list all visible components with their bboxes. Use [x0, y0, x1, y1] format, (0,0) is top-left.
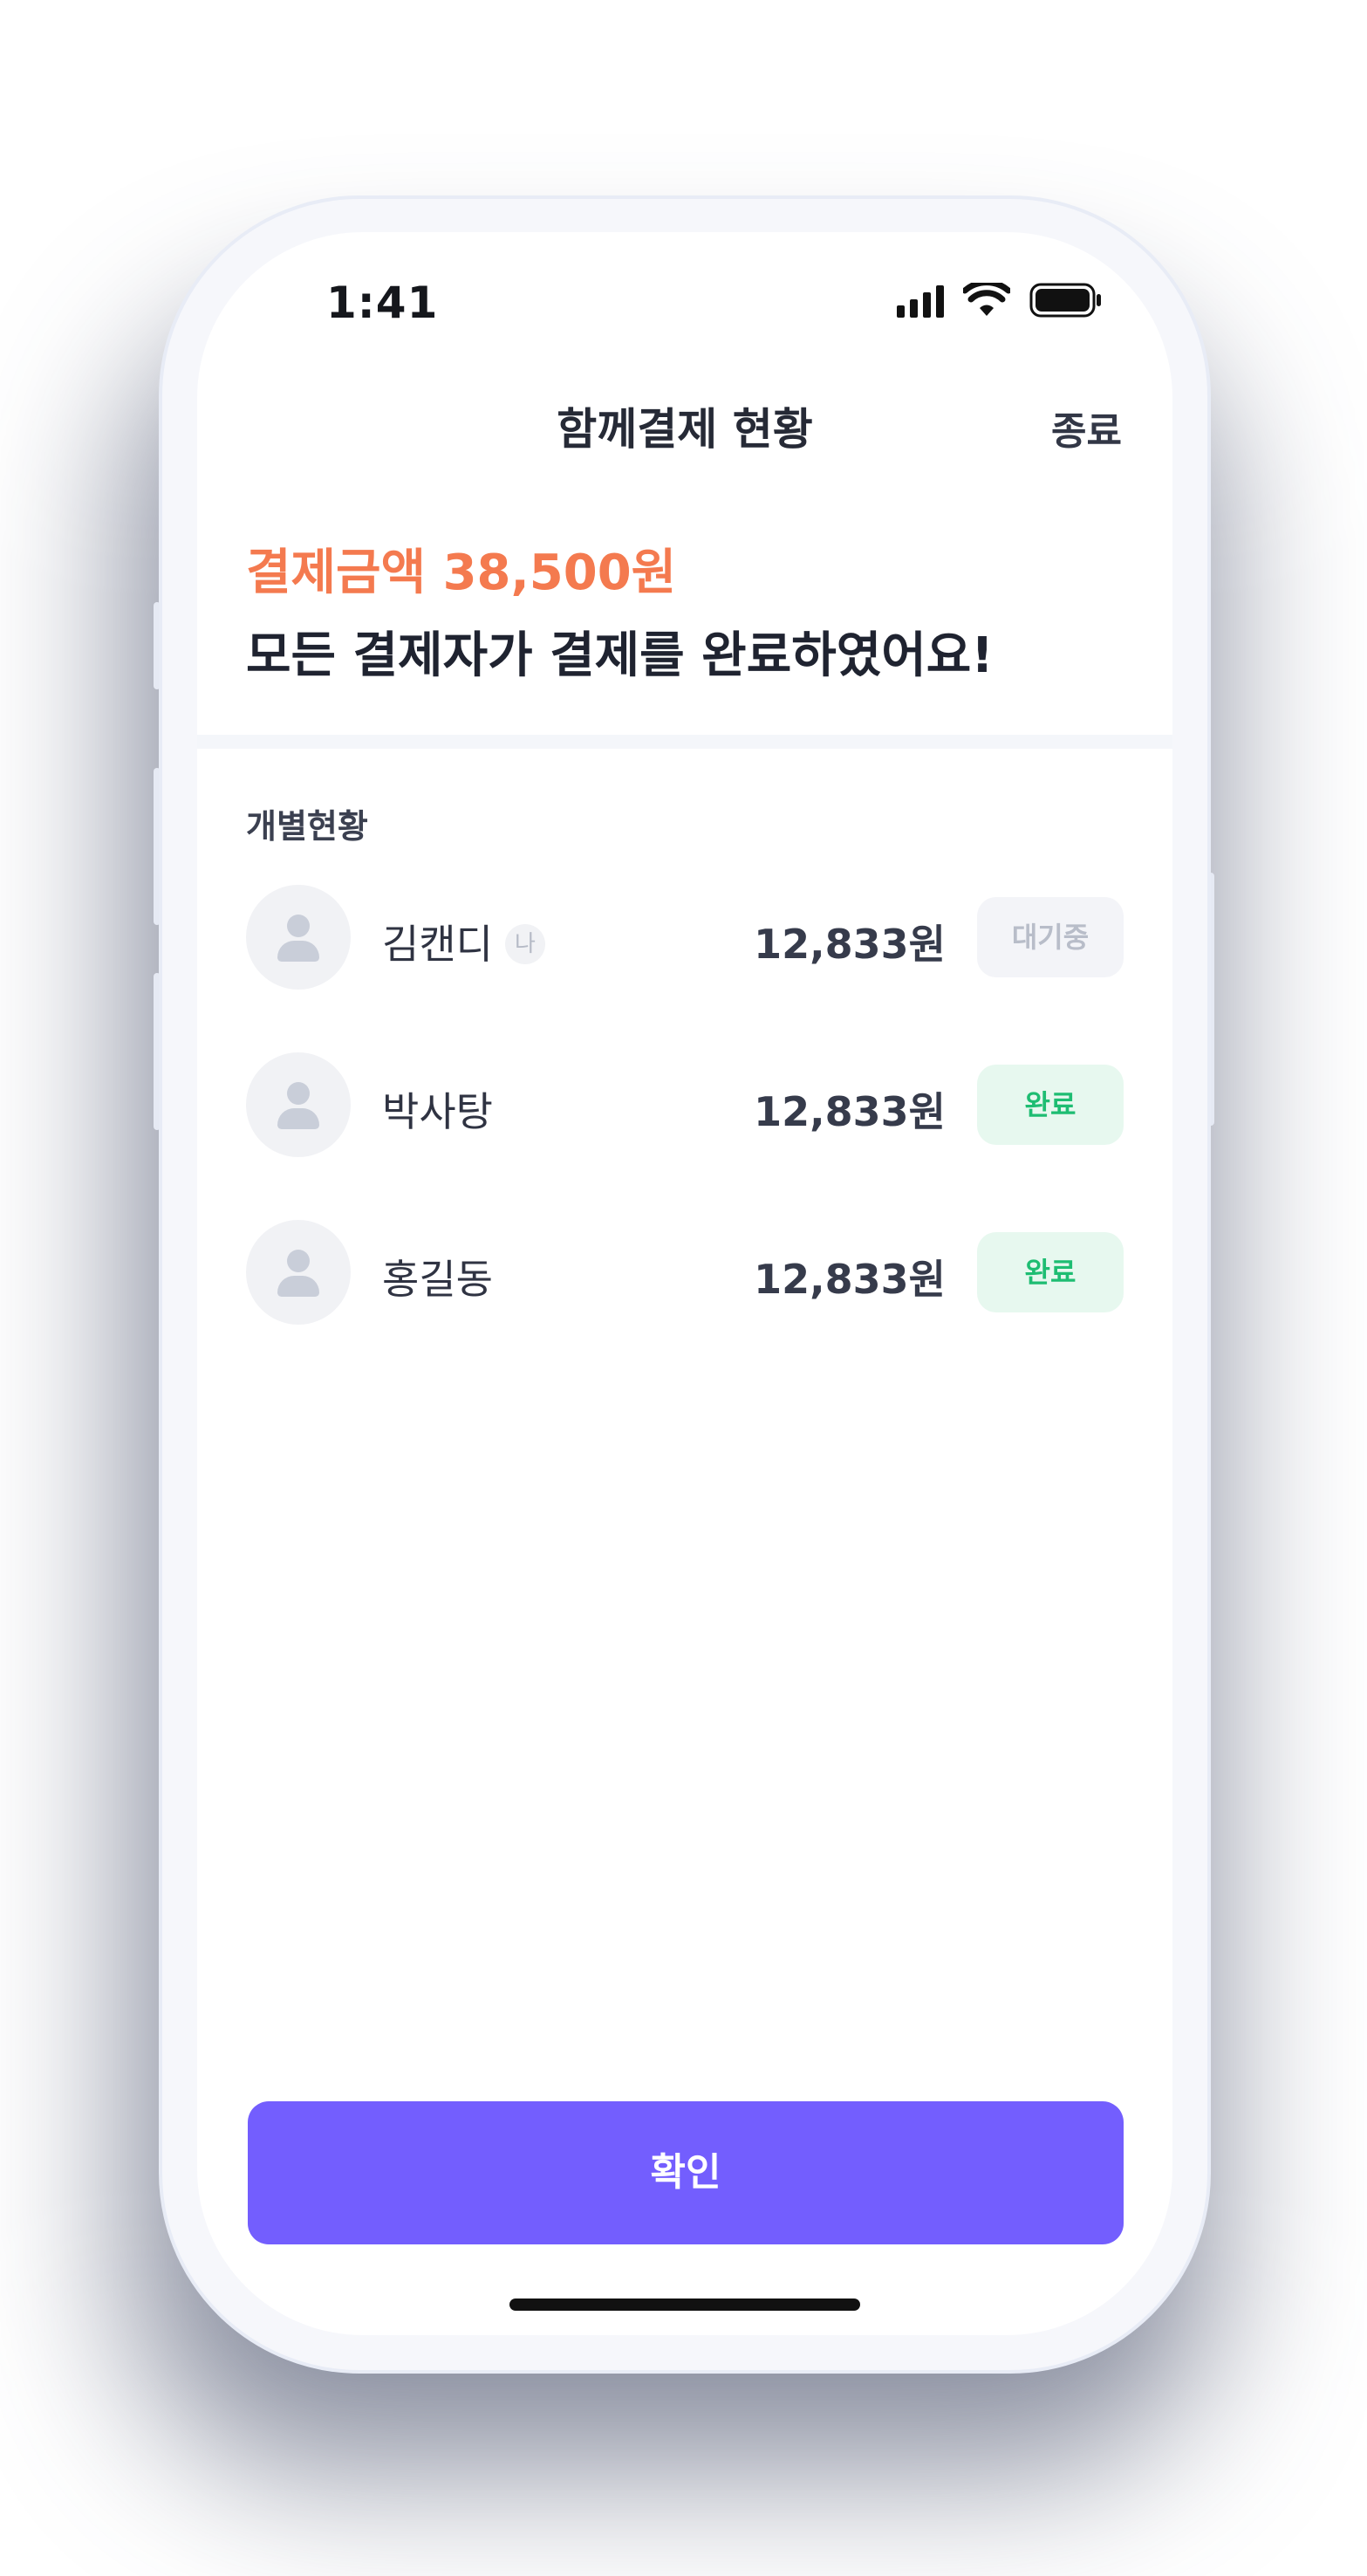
- page-title: 함께결제 현황: [557, 404, 813, 455]
- user-icon: [287, 1250, 310, 1272]
- completion-message: 모든 결제자가 결제를 완료하였어요!: [246, 627, 994, 684]
- status-badge: 완료: [977, 1232, 1124, 1312]
- member-row: 홍길동 12,833원 완료: [246, 1220, 1124, 1328]
- member-amount: 12,833원: [754, 921, 946, 968]
- member-amount: 12,833원: [754, 1256, 946, 1303]
- status-icons: [897, 283, 1103, 318]
- wifi-icon: [963, 283, 1010, 316]
- member-row: 박사탕 12,833원 완료: [246, 1052, 1124, 1161]
- section-title: 개별현황: [246, 807, 368, 846]
- status-badge: 완료: [977, 1065, 1124, 1145]
- cellular-signal-icon: [897, 284, 944, 318]
- payment-amount: 결제금액 38,500원: [246, 545, 677, 601]
- home-indicator[interactable]: [509, 2299, 860, 2311]
- member-row: 김캔디 나 12,833원 대기중: [246, 885, 1124, 993]
- avatar: [246, 885, 351, 990]
- member-name: 김캔디: [382, 921, 493, 968]
- stage: 1:41 함께결제 현황 종료 결제금액 38,500원 모든 결제자가 결제를…: [0, 0, 1367, 2576]
- user-icon: [287, 915, 310, 937]
- section-divider: [197, 735, 1172, 749]
- user-icon-body: [277, 1108, 319, 1129]
- member-name-wrap: 김캔디 나: [382, 913, 545, 970]
- member-amount: 12,833원: [754, 1088, 946, 1135]
- avatar: [246, 1220, 351, 1325]
- status-badge: 대기중: [977, 897, 1124, 977]
- user-icon-body: [277, 1276, 319, 1297]
- battery-icon: [1029, 283, 1101, 318]
- user-icon-body: [277, 941, 319, 962]
- me-badge: 나: [504, 923, 545, 964]
- confirm-button[interactable]: 확인: [248, 2101, 1124, 2244]
- status-time: 1:41: [326, 277, 439, 328]
- phone-screen: 1:41 함께결제 현황 종료 결제금액 38,500원 모든 결제자가 결제를…: [197, 232, 1172, 2335]
- member-name: 박사탕: [382, 1088, 493, 1135]
- member-name: 홍길동: [382, 1256, 493, 1303]
- user-icon: [287, 1082, 310, 1105]
- avatar: [246, 1052, 351, 1157]
- close-button[interactable]: 종료: [1051, 400, 1122, 456]
